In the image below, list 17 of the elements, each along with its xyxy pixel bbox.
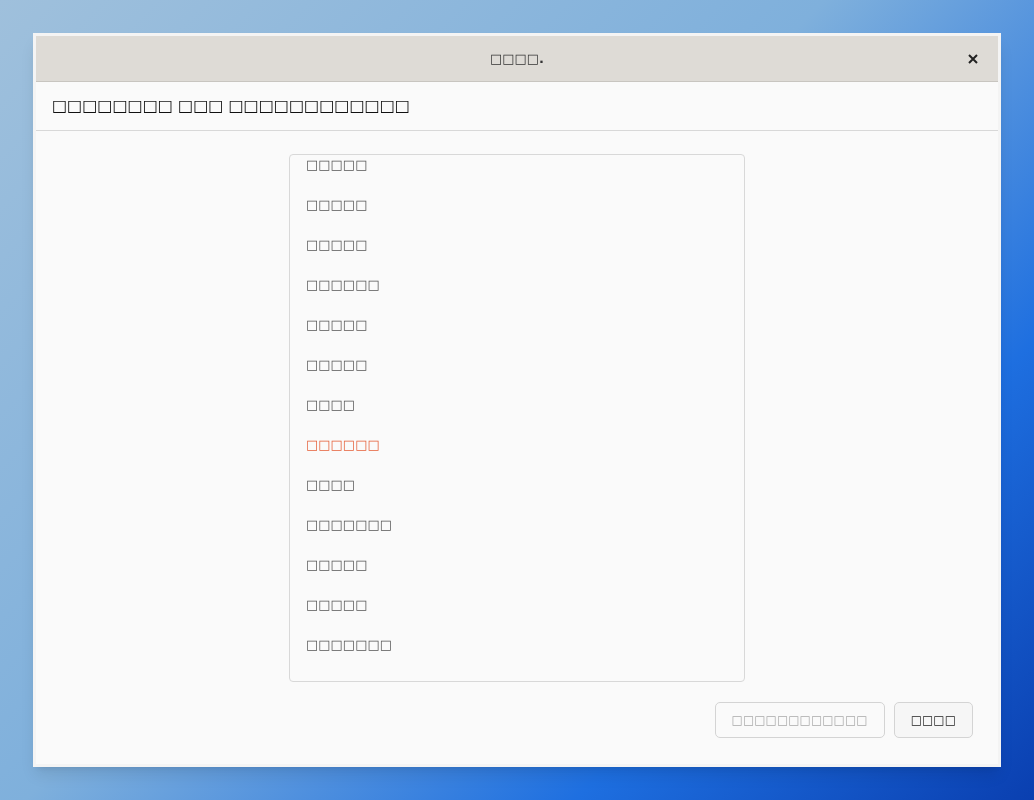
list-item[interactable]: □□□□□ bbox=[290, 345, 744, 385]
list-item[interactable]: □□□□□ bbox=[290, 185, 744, 225]
cancel-button[interactable]: □□□□ bbox=[893, 702, 973, 738]
list-item[interactable]: □□□□□ bbox=[290, 585, 744, 625]
header-title: □□□□□□□□ □□□ □□□□□□□□□□□□ bbox=[52, 95, 410, 117]
list-item[interactable]: □□□□□ bbox=[290, 305, 744, 345]
list-item[interactable]: □□□□□ bbox=[290, 225, 744, 265]
close-icon bbox=[968, 54, 978, 64]
list-item[interactable]: □□□□□ bbox=[290, 545, 744, 585]
list-item[interactable]: □□□□ bbox=[290, 465, 744, 505]
list-item[interactable]: □□□□□□□ bbox=[290, 505, 744, 545]
list-item[interactable]: □□□□□ bbox=[290, 155, 744, 185]
list-item[interactable]: □□□□ bbox=[290, 385, 744, 425]
list-item[interactable]: □□□□□□□ bbox=[290, 625, 744, 665]
list-item[interactable]: □□□□□□ bbox=[290, 265, 744, 305]
list-item[interactable]: □□□□□□ bbox=[290, 425, 744, 465]
window-title: □□□□. bbox=[489, 49, 545, 68]
